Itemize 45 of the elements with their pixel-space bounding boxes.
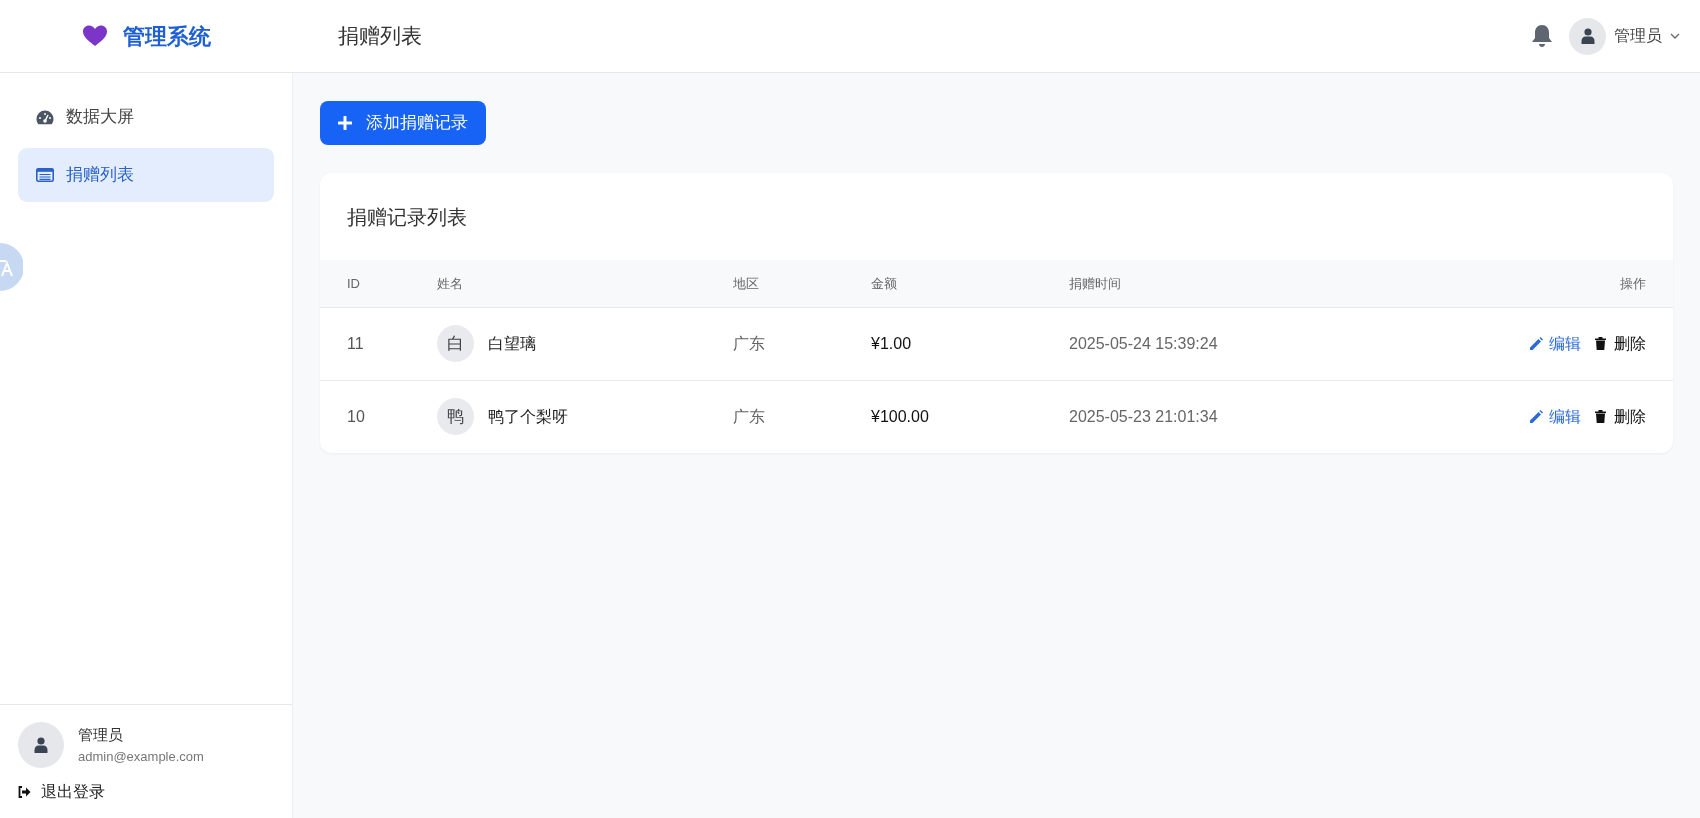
- edit-link[interactable]: 编辑: [1529, 331, 1581, 356]
- pencil-icon: [1529, 409, 1543, 424]
- id-text: 10: [347, 407, 365, 425]
- sidebar-item[interactable]: 数据大屏: [18, 90, 274, 144]
- column-header: 姓名: [437, 260, 733, 307]
- user-menu[interactable]: 管理员: [1569, 17, 1680, 55]
- region-text: 广东: [733, 334, 765, 352]
- card-title: 捐赠记录列表: [347, 204, 467, 230]
- bell-icon[interactable]: [1531, 24, 1553, 48]
- page-title: 捐赠列表: [338, 23, 422, 50]
- list-icon: [36, 168, 54, 182]
- plus-icon: [338, 116, 352, 130]
- avatar-icon: [1569, 17, 1606, 55]
- heart-icon: [82, 25, 107, 47]
- gauge-icon: [36, 109, 54, 125]
- sidebar-item[interactable]: 捐赠列表: [18, 148, 274, 202]
- time-text: 2025-05-23 21:01:34: [1069, 407, 1218, 425]
- column-header: 捐赠时间: [1069, 260, 1376, 307]
- avatar-icon: [18, 722, 64, 768]
- column-header: 金额: [871, 260, 1069, 307]
- edit-link[interactable]: 编辑: [1529, 404, 1581, 429]
- name-avatar: 白: [437, 325, 474, 362]
- name-avatar: 鸭: [437, 398, 474, 436]
- pencil-icon: [1529, 336, 1543, 351]
- delete-link[interactable]: 删除: [1595, 404, 1646, 429]
- column-header: ID: [320, 260, 437, 307]
- column-header: 地区: [733, 260, 871, 307]
- region-text: 广东: [733, 407, 765, 425]
- user-email: admin@example.com: [78, 747, 204, 766]
- user-name: 管理员: [78, 725, 124, 745]
- logout-button[interactable]: 退出登录: [18, 780, 105, 804]
- trash-icon: [1595, 410, 1606, 424]
- id-text: 11: [347, 334, 364, 352]
- app-title: 管理系统: [122, 22, 211, 51]
- amount-text: ¥1.00: [871, 334, 912, 352]
- delete-link[interactable]: 删除: [1595, 331, 1646, 356]
- name-text: 鸭了个梨呀: [488, 406, 568, 427]
- time-text: 2025-05-24 15:39:24: [1069, 334, 1218, 352]
- chevron-down-icon: [1670, 33, 1680, 39]
- amount-text: ¥100.00: [871, 407, 929, 425]
- name-text: 白望璃: [488, 333, 536, 354]
- add-record-button[interactable]: 添加捐赠记录: [320, 101, 486, 145]
- trash-icon: [1595, 337, 1606, 350]
- column-header: 操作: [1375, 260, 1673, 307]
- logout-icon: [18, 786, 31, 798]
